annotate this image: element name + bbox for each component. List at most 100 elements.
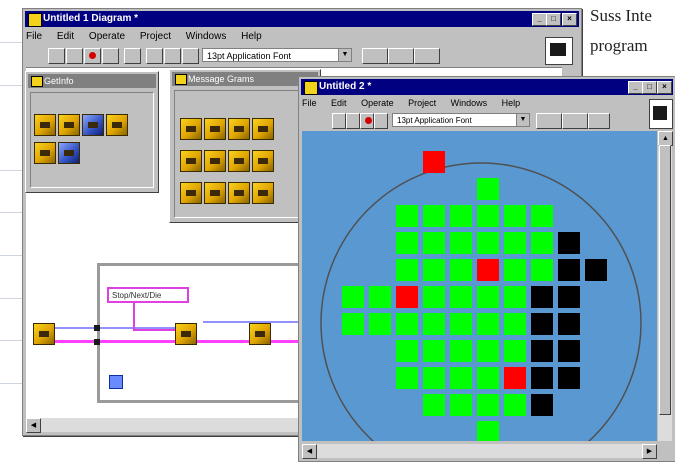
maximize-button[interactable]: □	[546, 13, 561, 26]
page-gridline	[0, 170, 22, 171]
menu-windows[interactable]: Windows	[451, 98, 488, 108]
wafer-die	[504, 232, 526, 254]
wafer-die	[477, 313, 499, 335]
vi-icon[interactable]	[249, 323, 271, 345]
pause-icon[interactable]	[102, 48, 119, 64]
vi-icon[interactable]	[204, 150, 226, 172]
reorder-icon[interactable]	[414, 48, 440, 64]
step-out-icon[interactable]	[182, 48, 199, 64]
abort-icon[interactable]	[360, 113, 374, 129]
wafer-die	[531, 340, 553, 362]
labview-app-icon	[28, 13, 42, 27]
vi-icon[interactable]	[180, 182, 202, 204]
run-arrow-icon[interactable]	[332, 113, 346, 129]
wafer-map	[302, 131, 657, 441]
wafer-die	[396, 313, 418, 335]
font-selector[interactable]: 13pt Application Font ▼	[392, 113, 530, 127]
run-continuous-icon[interactable]	[66, 48, 83, 64]
menu-file[interactable]: File	[302, 98, 317, 108]
vi-icon[interactable]	[58, 142, 80, 164]
vi-icon[interactable]	[106, 114, 128, 136]
getinfo-palette: GetInfo	[25, 71, 159, 193]
vi-icon[interactable]	[180, 118, 202, 140]
scroll-up-icon[interactable]: ▲	[658, 131, 673, 146]
message-grams-palette-titlebar[interactable]: Message Grams	[172, 72, 318, 86]
vi-icon[interactable]	[82, 114, 104, 136]
menu-windows[interactable]: Windows	[186, 31, 227, 42]
front-panel-surface[interactable]	[302, 131, 657, 441]
vi-icon[interactable]	[34, 142, 56, 164]
close-button[interactable]: ×	[562, 13, 577, 26]
wafer-die	[585, 259, 607, 281]
distribute-icon[interactable]	[388, 48, 414, 64]
getinfo-palette-titlebar[interactable]: GetInfo	[28, 74, 156, 88]
vi-icon[interactable]	[180, 150, 202, 172]
wafer-die	[423, 259, 445, 281]
menu-operate[interactable]: Operate	[89, 31, 125, 42]
loop-condition-terminal[interactable]	[109, 375, 123, 389]
vi-icon[interactable]	[175, 323, 197, 345]
page-gridline	[0, 212, 22, 213]
vi-icon[interactable]	[252, 150, 274, 172]
menu-operate[interactable]: Operate	[361, 98, 394, 108]
wafer-die	[396, 259, 418, 281]
vi-icon[interactable]	[228, 118, 250, 140]
close-button[interactable]: ×	[657, 81, 672, 94]
scroll-left-icon[interactable]: ◀	[26, 418, 41, 433]
distribute-icon[interactable]	[562, 113, 588, 129]
string-constant[interactable]: Stop/Next/Die	[107, 287, 189, 303]
menu-project[interactable]: Project	[408, 98, 436, 108]
wafer-die	[504, 205, 526, 227]
while-loop-structure[interactable]	[97, 263, 317, 403]
vi-icon[interactable]	[228, 150, 250, 172]
menu-file[interactable]: File	[26, 31, 42, 42]
vi-connector-icon[interactable]	[649, 99, 673, 129]
diagram-horizontal-scrollbar[interactable]: ◀	[26, 418, 316, 433]
wire[interactable]	[133, 303, 135, 329]
run-arrow-icon[interactable]	[48, 48, 65, 64]
run-continuous-icon[interactable]	[346, 113, 360, 129]
front-panel-titlebar[interactable]: Untitled 2 * _ □ ×	[301, 79, 673, 95]
scroll-left-icon[interactable]: ◀	[302, 444, 317, 459]
menu-edit[interactable]: Edit	[331, 98, 347, 108]
vi-icon[interactable]	[58, 114, 80, 136]
vi-icon[interactable]	[34, 114, 56, 136]
align-icon[interactable]	[362, 48, 388, 64]
minimize-button[interactable]: _	[628, 81, 643, 94]
menu-help[interactable]: Help	[502, 98, 521, 108]
wafer-die	[423, 313, 445, 335]
menu-edit[interactable]: Edit	[57, 31, 74, 42]
menu-project[interactable]: Project	[140, 31, 171, 42]
vi-icon[interactable]	[252, 182, 274, 204]
wafer-die	[504, 313, 526, 335]
vi-icon[interactable]	[204, 118, 226, 140]
reorder-icon[interactable]	[588, 113, 610, 129]
vi-icon[interactable]	[252, 118, 274, 140]
wafer-die	[423, 394, 445, 416]
scroll-right-icon[interactable]: ▶	[642, 444, 657, 459]
abort-icon[interactable]	[84, 48, 101, 64]
align-icon[interactable]	[536, 113, 562, 129]
front-panel-vertical-scrollbar[interactable]: ▲	[658, 131, 673, 441]
highlight-execution-icon[interactable]	[124, 48, 141, 64]
minimize-button[interactable]: _	[532, 13, 547, 26]
vi-icon[interactable]	[33, 323, 55, 345]
string-constant-value: Stop/Next/Die	[112, 291, 162, 300]
chevron-down-icon: ▼	[338, 49, 351, 61]
vi-connector-icon[interactable]	[545, 37, 573, 65]
front-panel-horizontal-scrollbar[interactable]: ◀ ▶	[302, 444, 657, 459]
scroll-thumb[interactable]	[659, 145, 671, 415]
diagram-window-titlebar[interactable]: Untitled 1 Diagram * _ □ ×	[25, 11, 579, 27]
wafer-die	[450, 286, 472, 308]
wafer-die	[531, 394, 553, 416]
step-into-icon[interactable]	[146, 48, 163, 64]
wafer-die	[423, 151, 445, 173]
font-selector[interactable]: 13pt Application Font ▼	[202, 48, 352, 62]
wafer-die	[396, 232, 418, 254]
maximize-button[interactable]: □	[642, 81, 657, 94]
menu-help[interactable]: Help	[241, 31, 262, 42]
step-over-icon[interactable]	[164, 48, 181, 64]
pause-icon[interactable]	[374, 113, 388, 129]
vi-icon[interactable]	[228, 182, 250, 204]
vi-icon[interactable]	[204, 182, 226, 204]
